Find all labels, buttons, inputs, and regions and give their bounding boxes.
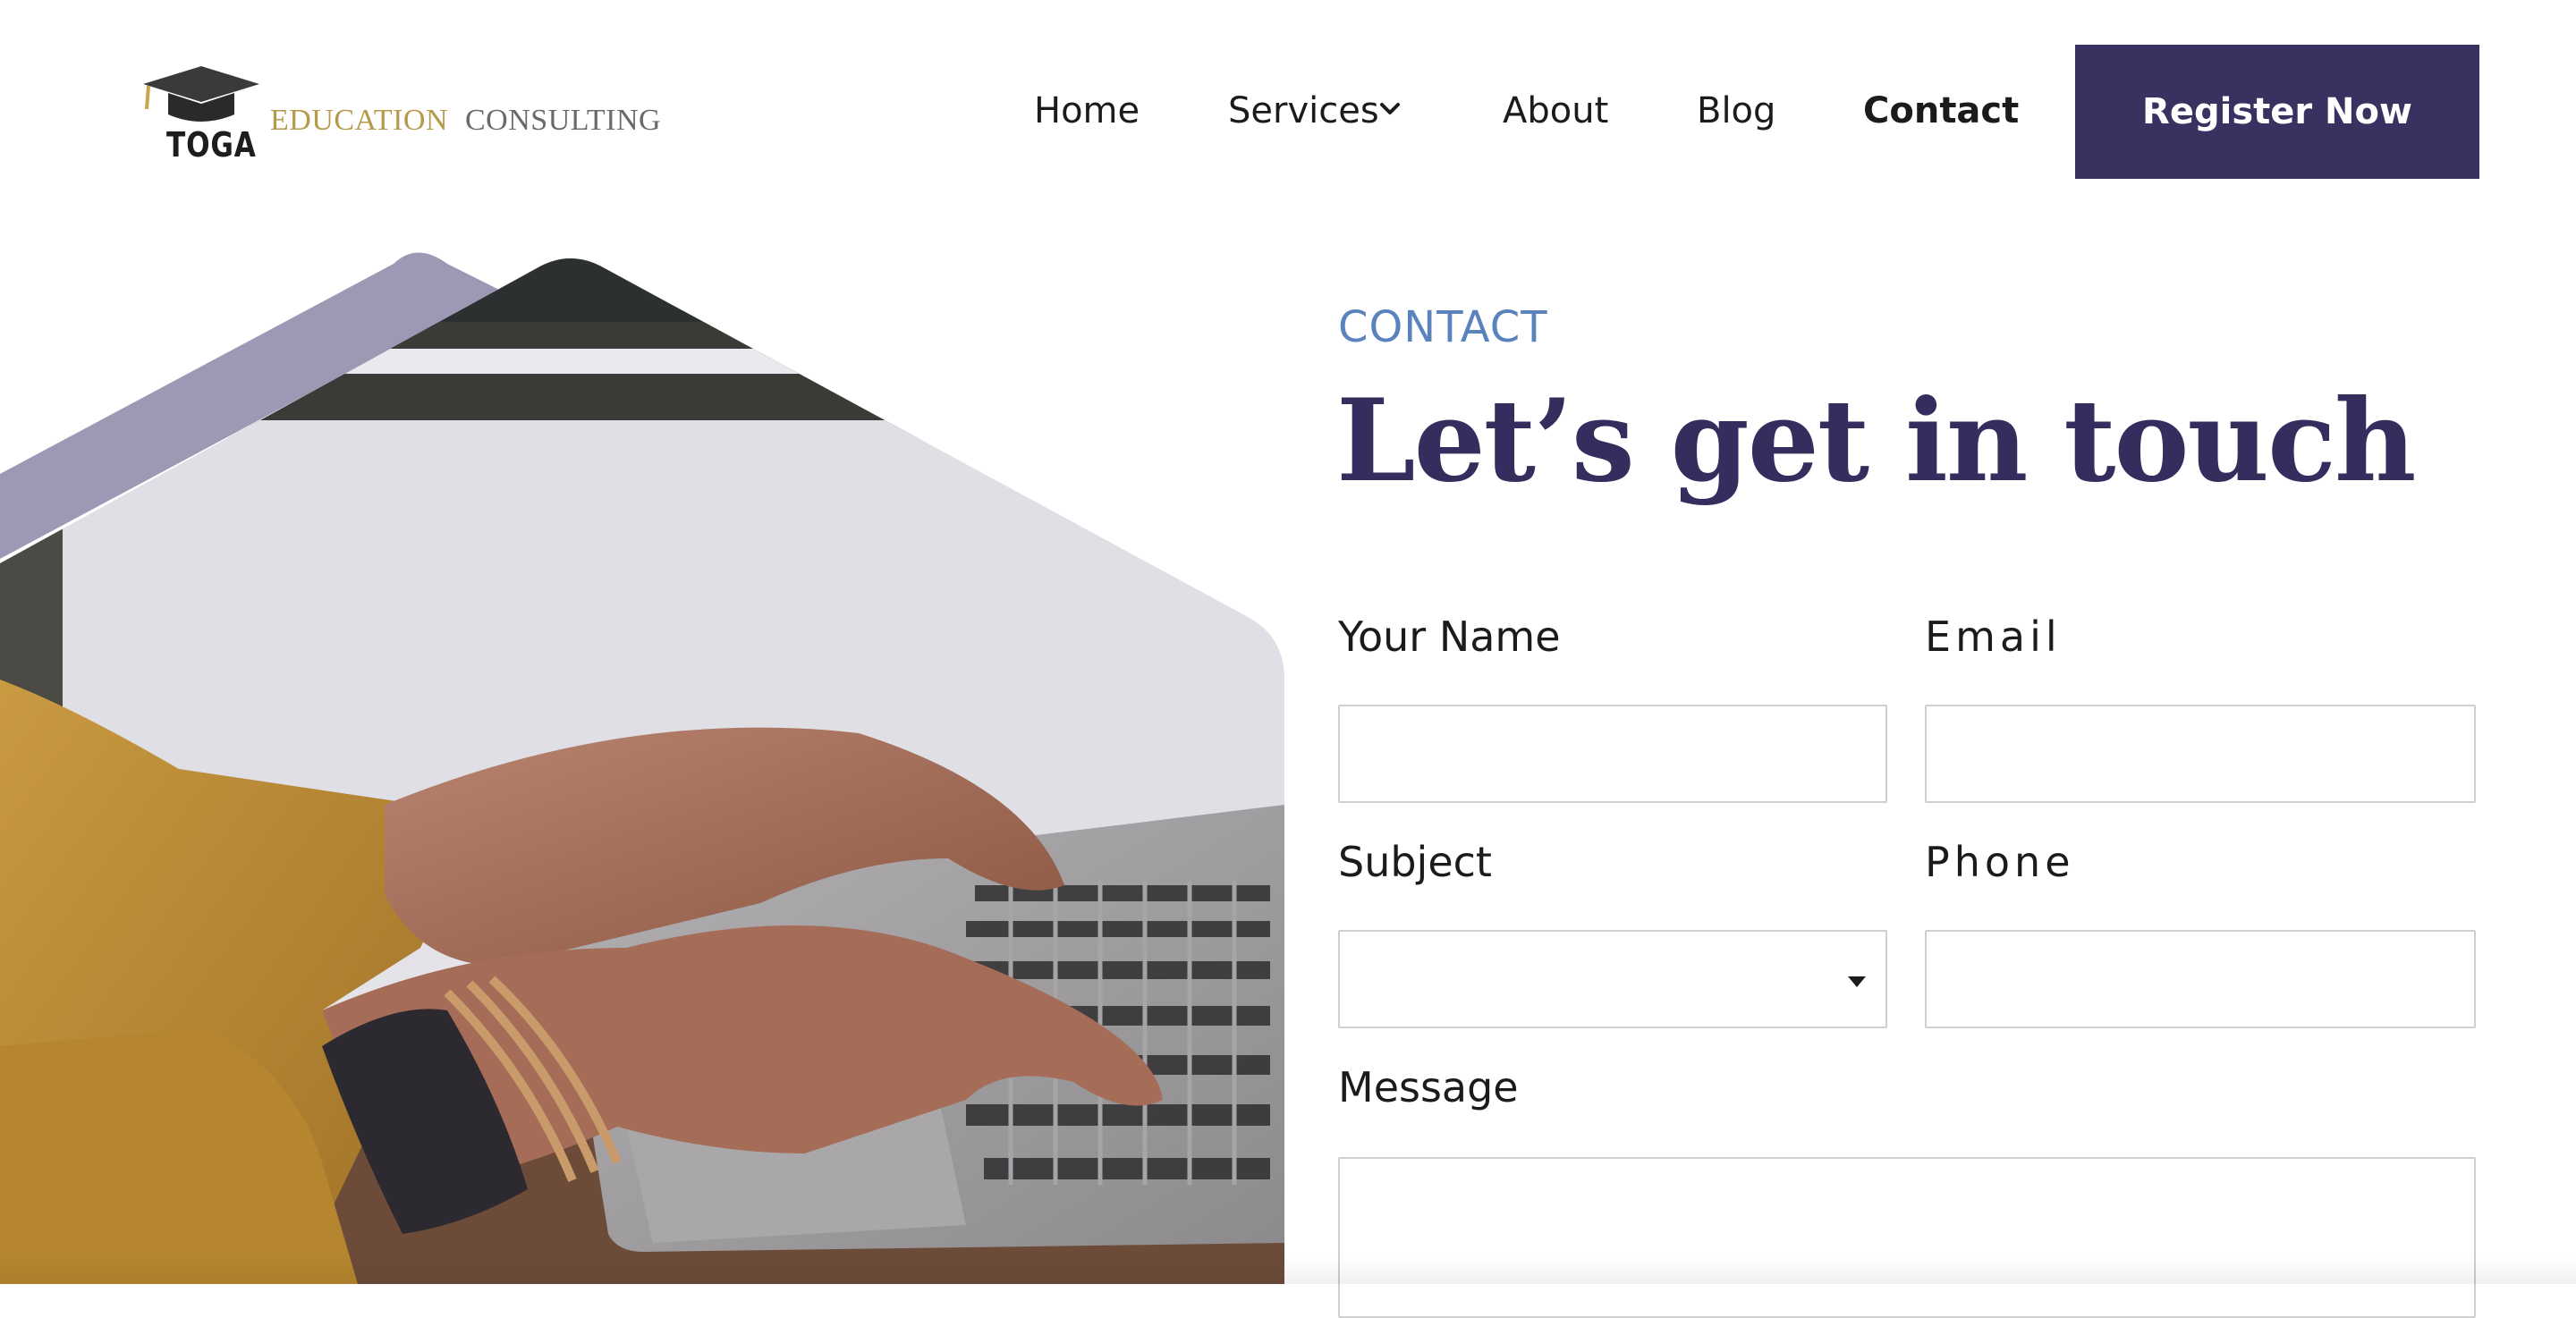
logo-tagline-education: EDUCATION xyxy=(270,104,449,137)
subject-label: Subject xyxy=(1338,838,1492,886)
email-field[interactable] xyxy=(1925,705,2476,803)
subject-select[interactable] xyxy=(1338,930,1887,1028)
logo-tagline-consulting: CONSULTING xyxy=(465,104,662,137)
section-eyebrow: CONTACT xyxy=(1338,302,1548,352)
chevron-down-icon[interactable] xyxy=(1377,98,1402,120)
message-label: Message xyxy=(1338,1063,1519,1111)
nav-contact[interactable]: Contact xyxy=(1863,88,2019,134)
hero-image xyxy=(0,252,1284,1284)
graduation-cap-icon xyxy=(143,66,259,122)
page-title: Let’s get in touch xyxy=(1336,375,2416,507)
register-now-button[interactable]: Register Now xyxy=(2075,45,2479,179)
nav-services[interactable]: Services xyxy=(1228,88,1379,134)
caret-down-icon xyxy=(1848,976,1866,987)
nav-blog[interactable]: Blog xyxy=(1697,88,1775,134)
email-label: Email xyxy=(1925,613,2062,661)
phone-label: Phone xyxy=(1925,838,2075,886)
phone-field[interactable] xyxy=(1925,930,2476,1028)
logo-wordmark: TOGA xyxy=(166,125,257,165)
nav-about[interactable]: About xyxy=(1503,88,1608,134)
message-textarea[interactable] xyxy=(1338,1157,2476,1318)
name-field[interactable] xyxy=(1338,705,1887,803)
logo[interactable]: TOGA EDUCATION CONSULTING xyxy=(141,59,678,165)
name-label: Your Name xyxy=(1338,613,1561,661)
nav-home[interactable]: Home xyxy=(1034,88,1140,134)
